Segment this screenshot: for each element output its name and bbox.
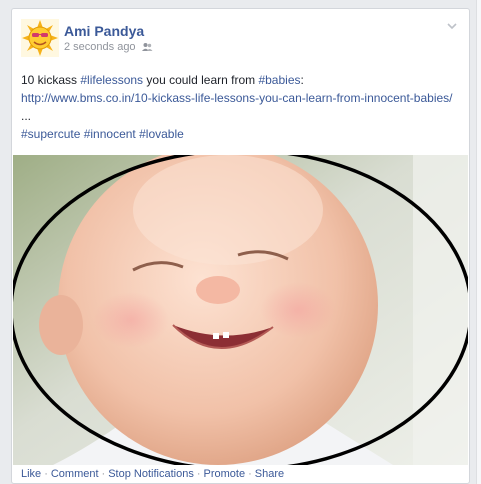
separator: · bbox=[44, 468, 48, 480]
post-timestamp[interactable]: 2 seconds ago bbox=[64, 41, 136, 53]
promote-link[interactable]: Promote bbox=[204, 468, 246, 480]
hashtag-innocent-link[interactable]: #innocent bbox=[84, 127, 136, 141]
hashtag-lovable-link[interactable]: #lovable bbox=[139, 127, 184, 141]
chevron-down-icon[interactable] bbox=[445, 19, 459, 33]
post-text-mid: you could learn from bbox=[143, 73, 259, 87]
separator: · bbox=[248, 468, 252, 480]
share-link[interactable]: Share bbox=[255, 468, 284, 480]
sun-avatar-icon bbox=[21, 19, 59, 57]
post-text-colon: : bbox=[300, 73, 304, 87]
baby-photo-illustration bbox=[13, 155, 468, 465]
stop-notifications-link[interactable]: Stop Notifications bbox=[108, 468, 194, 480]
post-meta: 2 seconds ago bbox=[64, 41, 153, 53]
friends-icon[interactable] bbox=[141, 42, 153, 52]
comment-link[interactable]: Comment bbox=[51, 468, 99, 480]
post-message: 10 kickass #lifelessons you could learn … bbox=[21, 71, 461, 143]
hashtag-lifelessons-link[interactable]: #lifelessons bbox=[80, 73, 143, 87]
article-link[interactable]: http://www.bms.co.in/10-kickass-life-les… bbox=[21, 91, 453, 105]
post-card: Ami Pandya 2 seconds ago 10 kickass #lif… bbox=[11, 8, 470, 484]
see-more-ellipsis: ... bbox=[21, 109, 32, 123]
author-name-link[interactable]: Ami Pandya bbox=[64, 23, 144, 39]
separator: · bbox=[196, 468, 201, 480]
separator: · bbox=[101, 468, 106, 480]
post-photo[interactable] bbox=[13, 155, 468, 465]
hashtag-supercute-link[interactable]: #supercute bbox=[21, 127, 80, 141]
hashtag-babies-link[interactable]: #babies bbox=[258, 73, 300, 87]
post-actions: Like · Comment · Stop Notifications · Promote ·… bbox=[21, 468, 284, 480]
like-link[interactable]: Like bbox=[21, 468, 41, 480]
post-text-intro: 10 kickass bbox=[21, 73, 81, 87]
right-scroll-strip bbox=[476, 0, 481, 484]
avatar[interactable] bbox=[21, 19, 59, 57]
